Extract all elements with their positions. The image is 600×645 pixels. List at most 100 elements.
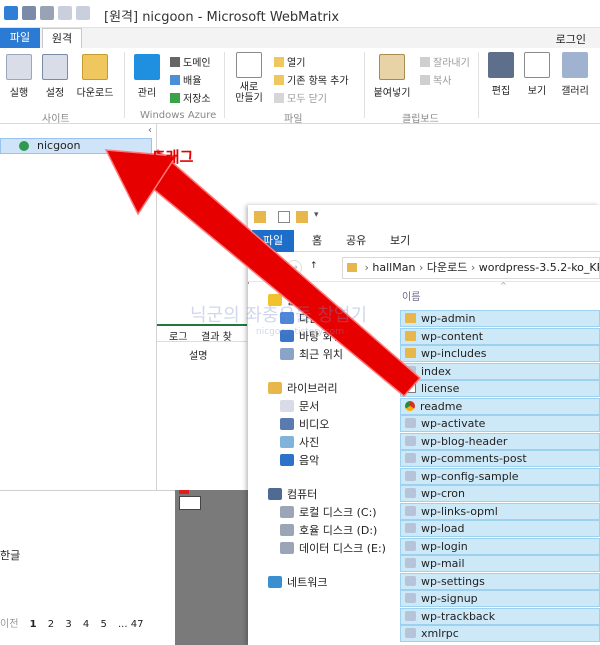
- tab-find-results[interactable]: 결과 찾: [201, 328, 232, 343]
- login-link[interactable]: 로그인: [556, 31, 586, 47]
- php-file-icon: [405, 488, 416, 498]
- camera-icon[interactable]: [179, 496, 201, 510]
- nav-network[interactable]: 네트워크: [268, 574, 327, 590]
- title-bar: [원격] nicgoon - Microsoft WebMatrix: [0, 0, 600, 28]
- breadcrumb-item[interactable]: wordpress-3.5.2-ko_KR: [479, 261, 599, 274]
- nav-computer[interactable]: 컴퓨터: [268, 486, 317, 502]
- back-icon[interactable]: ←: [262, 260, 278, 276]
- breadcrumb-item[interactable]: hallMan: [372, 261, 415, 274]
- download-button[interactable]: 다운로드: [74, 54, 116, 99]
- nav-music[interactable]: 음악: [280, 452, 319, 468]
- address-field[interactable]: › hallMan › 다운로드 › wordpress-3.5.2-ko_KR: [342, 257, 600, 279]
- nav-libraries[interactable]: 라이브러리: [268, 380, 338, 396]
- pager-page[interactable]: 5: [100, 619, 106, 630]
- undo-icon[interactable]: [58, 6, 72, 20]
- nav-disk-e[interactable]: 데이터 디스크 (E:): [280, 540, 386, 556]
- file-row[interactable]: readme: [400, 397, 600, 415]
- file-row[interactable]: wp-cron: [400, 485, 600, 502]
- tab-file[interactable]: 파일: [0, 28, 40, 48]
- cut-button[interactable]: 잘라내기: [420, 54, 470, 69]
- view-button[interactable]: 보기: [522, 52, 552, 97]
- file-row[interactable]: wp-login: [400, 537, 600, 555]
- new-button[interactable]: 새로 만들기: [230, 52, 268, 104]
- explorer-tab-file[interactable]: 파일: [252, 230, 294, 252]
- settings-button[interactable]: 설정: [40, 54, 70, 99]
- file-row[interactable]: wp-config-sample: [400, 467, 600, 485]
- new-folder-icon[interactable]: [296, 211, 308, 223]
- column-header-name[interactable]: 이름: [402, 288, 420, 303]
- pager-page[interactable]: 3: [65, 619, 71, 630]
- open-folder-icon: [274, 57, 284, 67]
- php-file-icon: [405, 575, 416, 586]
- file-row[interactable]: xmlrpc: [400, 625, 600, 642]
- pager-page[interactable]: 4: [83, 619, 89, 630]
- pager-more[interactable]: ... 47: [118, 619, 143, 630]
- file-row[interactable]: wp-includes: [400, 345, 600, 362]
- add-existing-button[interactable]: 기존 항목 추가: [274, 72, 349, 87]
- chevron-down-icon[interactable]: ▾: [314, 210, 319, 220]
- deploy-button[interactable]: 배율: [170, 72, 201, 87]
- ribbon: 실행 설정 다운로드 사이트 관리 도메인 배율 저장소 Windows Azu…: [0, 48, 600, 125]
- pager-page[interactable]: 1: [30, 619, 37, 630]
- videos-icon: [280, 418, 294, 430]
- properties-icon[interactable]: [278, 211, 290, 223]
- file-row[interactable]: index: [400, 362, 600, 380]
- nav-disk-d[interactable]: 호율 디스크 (D:): [280, 522, 377, 538]
- file-row[interactable]: wp-signup: [400, 590, 600, 607]
- save-all-icon[interactable]: [40, 6, 54, 20]
- redo-icon[interactable]: [76, 6, 90, 20]
- file-row[interactable]: wp-links-opml: [400, 502, 600, 520]
- file-row[interactable]: wp-trackback: [400, 607, 600, 625]
- explorer-tab-home[interactable]: 홈: [312, 230, 322, 252]
- file-name: wp-signup: [421, 592, 478, 605]
- nav-videos[interactable]: 비디오: [280, 416, 329, 432]
- tab-remote[interactable]: 원격: [42, 28, 82, 49]
- copy-button[interactable]: 복사: [420, 72, 451, 87]
- forward-icon[interactable]: →: [286, 260, 302, 276]
- up-icon[interactable]: ↑: [310, 261, 318, 271]
- collapse-icon[interactable]: ‹: [148, 125, 152, 136]
- run-button[interactable]: 실행: [4, 54, 34, 99]
- save-icon[interactable]: [22, 6, 36, 20]
- explorer-tab-share[interactable]: 공유: [346, 230, 366, 252]
- file-row[interactable]: wp-load: [400, 520, 600, 537]
- domain-icon: [170, 57, 180, 67]
- file-row[interactable]: wp-blog-header: [400, 432, 600, 450]
- edit-button[interactable]: 편집: [484, 52, 518, 97]
- folder-icon: [405, 313, 416, 323]
- file-row[interactable]: wp-settings: [400, 572, 600, 590]
- file-name: wp-admin: [421, 312, 476, 325]
- watermark-url: nicgoon.tistory.com: [256, 327, 345, 337]
- pager-prev[interactable]: 이전: [0, 619, 18, 630]
- nav-recent[interactable]: 최근 위치: [280, 346, 343, 362]
- file-row[interactable]: wp-admin: [400, 310, 600, 327]
- close-all-button[interactable]: 모두 닫기: [274, 90, 327, 105]
- gallery-button[interactable]: 갤러리: [556, 52, 594, 97]
- drive-icon: [280, 506, 294, 518]
- file-row[interactable]: wp-content: [400, 327, 600, 345]
- domain-button[interactable]: 도메인: [170, 54, 211, 69]
- file-row[interactable]: wp-activate: [400, 415, 600, 432]
- file-name: xmlrpc: [421, 627, 459, 640]
- breadcrumb-item[interactable]: 다운로드: [427, 261, 467, 274]
- nav-local-c[interactable]: 로컬 디스크 (C:): [280, 504, 377, 520]
- pager-page[interactable]: 2: [48, 619, 54, 630]
- tab-log[interactable]: 로그: [169, 328, 187, 343]
- php-file-icon: [405, 523, 416, 533]
- group-file: 파일: [284, 114, 303, 125]
- crumb-separator: ›: [364, 261, 369, 274]
- nav-documents[interactable]: 문서: [280, 398, 319, 414]
- file-row[interactable]: license: [400, 380, 600, 397]
- chrome-icon: [405, 400, 415, 411]
- file-row[interactable]: wp-mail: [400, 555, 600, 572]
- open-button[interactable]: 열기: [274, 54, 305, 69]
- pagination: 이전 1 2 3 4 5 ... 47: [0, 615, 143, 630]
- folder-download-icon: [82, 54, 108, 80]
- paste-button[interactable]: 붙여넣기: [370, 54, 414, 99]
- manage-button[interactable]: 관리: [132, 54, 162, 99]
- site-tree-item[interactable]: nicgoon: [0, 138, 152, 154]
- store-button[interactable]: 저장소: [170, 90, 211, 105]
- file-row[interactable]: wp-comments-post: [400, 450, 600, 467]
- nav-pictures[interactable]: 사진: [280, 434, 319, 450]
- explorer-tab-view[interactable]: 보기: [390, 230, 410, 252]
